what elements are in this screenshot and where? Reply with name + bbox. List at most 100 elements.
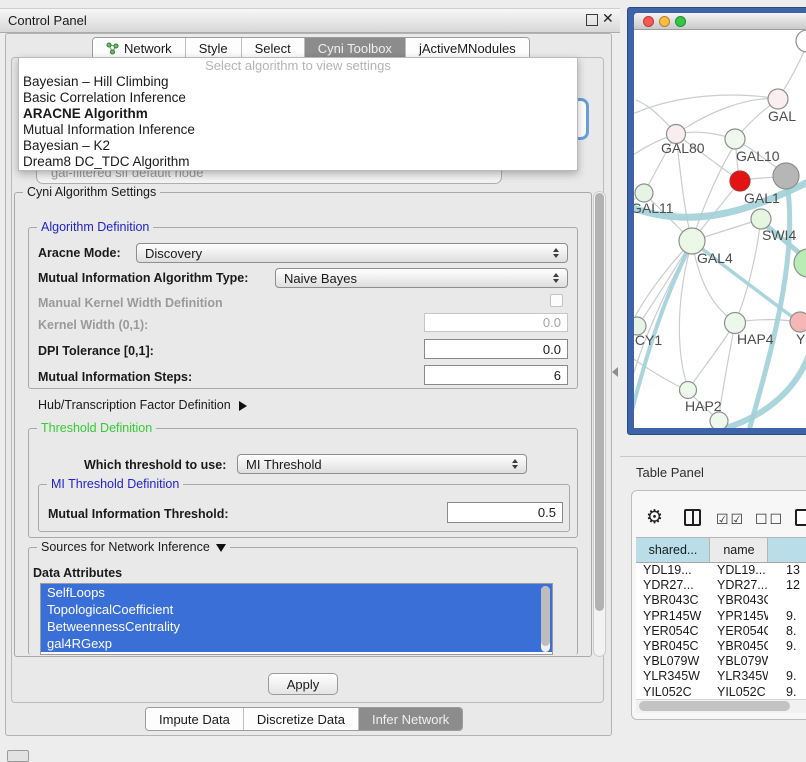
network-edge[interactable] xyxy=(691,323,735,386)
tab-infer-network[interactable]: Infer Network xyxy=(358,708,462,730)
list-item-gal4rgexp[interactable]: gal4RGexp xyxy=(41,635,552,652)
node-label: GCY1 xyxy=(634,332,662,348)
data-attributes-label: Data Attributes xyxy=(33,566,122,580)
network-node-gal10[interactable] xyxy=(725,129,745,149)
network-edge[interactable] xyxy=(735,226,760,323)
table-row[interactable]: YBR045CYBR045C9. xyxy=(636,639,806,654)
tab-style[interactable]: Style xyxy=(185,38,241,59)
node-label: GAL80 xyxy=(661,140,705,156)
network-node[interactable] xyxy=(710,412,728,428)
combo-stepper-icon xyxy=(553,273,559,283)
table-row[interactable]: YLR345WYLR345W9. xyxy=(636,669,806,684)
column-header-name[interactable]: name xyxy=(710,538,768,562)
network-node-hap2[interactable] xyxy=(680,382,697,399)
list-scrollbar-thumb[interactable] xyxy=(541,586,550,646)
network-node[interactable] xyxy=(796,30,806,52)
bottom-tabs: Impute DataDiscretize DataInfer Network xyxy=(145,707,463,731)
table-rows: YDL19...YDL19...13YDR27...YDR27...12YBR0… xyxy=(636,563,806,699)
minimize-traffic-light-icon[interactable] xyxy=(659,16,670,27)
deselect-all-checkboxes-icon[interactable]: ☐☐ xyxy=(755,511,784,528)
close-icon[interactable]: ✕ xyxy=(602,10,614,27)
manual-kernel-checkbox[interactable] xyxy=(550,294,563,307)
column-header-shared-[interactable]: shared... xyxy=(636,538,710,562)
table-row[interactable]: YBR043CYBR043C xyxy=(636,593,806,608)
algorithm-dropdown-list: Select algorithm to view settings Bayesi… xyxy=(18,57,578,171)
network-edge[interactable] xyxy=(634,95,778,118)
mi-steps-field[interactable]: 6 xyxy=(424,365,568,385)
node-label: HAP4 xyxy=(737,331,774,347)
table-row[interactable]: YDL19...YDL19...13 xyxy=(636,563,806,578)
node-label: Y xyxy=(796,331,806,347)
tab-cyni-toolbox[interactable]: Cyni Toolbox xyxy=(304,38,405,59)
hub-definition-section[interactable]: Hub/Transcription Factor Definition xyxy=(38,398,247,412)
tab-discretize-data[interactable]: Discretize Data xyxy=(243,708,358,730)
minimized-panel-icon[interactable] xyxy=(7,750,29,762)
network-node-gal[interactable] xyxy=(768,89,788,109)
list-item-topologicalcoefficient[interactable]: TopologicalCoefficient xyxy=(41,601,552,618)
node-label: HAP2 xyxy=(685,398,722,414)
table-hscrollbar-thumb[interactable] xyxy=(639,701,790,711)
panel-splitter-arrow-icon[interactable] xyxy=(612,367,618,377)
list-scrollbar[interactable] xyxy=(541,586,550,652)
which-threshold-label: Which threshold to use: xyxy=(84,458,226,472)
network-node-y[interactable] xyxy=(790,312,806,332)
algorithm-definition-title: Algorithm Definition xyxy=(37,220,153,234)
table-row[interactable]: YPR145WYPR145W9. xyxy=(636,609,806,624)
kernel-width-label: Kernel Width (0,1): xyxy=(38,318,148,332)
network-node[interactable] xyxy=(773,163,799,189)
dropdown-item-bayesian-hill-climbing[interactable]: Bayesian – Hill Climbing xyxy=(19,74,577,90)
dropdown-prompt: Select algorithm to view settings xyxy=(19,58,577,74)
column-header[interactable] xyxy=(768,538,806,562)
dropdown-item-dream8-dc-tdc-algorithm[interactable]: Dream8 DC_TDC Algorithm xyxy=(19,154,577,170)
dropdown-item-aracne-algorithm[interactable]: ARACNE Algorithm xyxy=(19,106,577,122)
table-row[interactable]: YER054CYER054C8. xyxy=(636,624,806,639)
panel-separator xyxy=(620,456,806,457)
gear-icon[interactable]: ⚙ xyxy=(646,506,663,529)
list-item-betweennesscentrality[interactable]: BetweennessCentrality xyxy=(41,618,552,635)
data-attributes-list[interactable]: SelfLoopsTopologicalCoefficientBetweenne… xyxy=(40,583,553,655)
table-row[interactable]: YIL052CYIL052C9. xyxy=(636,685,806,700)
table-row[interactable]: YDR27...YDR27...12 xyxy=(636,578,806,593)
network-edge[interactable] xyxy=(641,241,692,321)
kernel-width-field[interactable]: 0.0 xyxy=(424,313,568,332)
node-label: GAL xyxy=(768,108,796,124)
list-item-selfloops[interactable]: SelfLoops xyxy=(41,584,552,601)
close-traffic-light-icon[interactable] xyxy=(643,16,654,27)
settings-scrollbar-thumb[interactable] xyxy=(595,193,604,611)
expand-arrow-icon[interactable] xyxy=(239,401,247,411)
dropdown-item-basic-correlation-inference[interactable]: Basic Correlation Inference xyxy=(19,90,577,106)
zoom-traffic-light-icon[interactable] xyxy=(675,16,686,27)
columns-icon[interactable] xyxy=(684,509,701,526)
tab-network[interactable]: Network xyxy=(93,38,185,59)
mi-type-combo[interactable]: Naive Bayes xyxy=(275,268,568,288)
network-node-swi4[interactable] xyxy=(751,209,771,229)
tab-select[interactable]: Select xyxy=(241,38,304,59)
tab-jactivemnodules[interactable]: jActiveMNodules xyxy=(405,38,529,59)
network-edge[interactable] xyxy=(676,99,778,134)
dropdown-item-bayesian-k2[interactable]: Bayesian – K2 xyxy=(19,138,577,154)
network-canvas[interactable]: GALGAL80GAL10GAL1GAL11SWI4GAL4GCY1HAP4YH… xyxy=(634,30,806,428)
apply-button[interactable]: Apply xyxy=(268,673,338,695)
dropdown-item-mutual-information-inference[interactable]: Mutual Information Inference xyxy=(19,122,577,138)
new-table-icon[interactable] xyxy=(795,509,806,526)
dropdown-items: Bayesian – Hill ClimbingBasic Correlatio… xyxy=(19,74,577,170)
which-threshold-combo[interactable]: MI Threshold xyxy=(237,454,527,474)
float-window-icon[interactable] xyxy=(586,14,598,26)
mi-threshold-group-title: MI Threshold Definition xyxy=(47,477,183,491)
screen: Control Panel ✕ NetworkStyleSelectCyni T… xyxy=(0,0,806,762)
node-label: GAL11 xyxy=(634,200,674,216)
sources-group-title[interactable]: Sources for Network Inference xyxy=(37,540,230,554)
network-node-gal1[interactable] xyxy=(730,171,750,191)
network-node[interactable] xyxy=(794,249,806,277)
tab-impute-data[interactable]: Impute Data xyxy=(146,708,243,730)
table-row[interactable]: YBL079WYBL079W xyxy=(636,654,806,669)
aracne-mode-combo[interactable]: Discovery xyxy=(136,243,568,263)
collapse-arrow-icon[interactable] xyxy=(216,544,226,552)
mi-threshold-label: Mutual Information Threshold: xyxy=(48,507,229,521)
network-edge[interactable] xyxy=(744,320,797,322)
network-edge[interactable] xyxy=(692,146,734,241)
mi-threshold-field[interactable]: 0.5 xyxy=(447,502,563,523)
dpi-tolerance-field[interactable]: 0.0 xyxy=(424,339,568,359)
select-all-checkboxes-icon[interactable]: ☑☑ xyxy=(716,511,745,528)
node-label: GAL10 xyxy=(736,148,780,164)
